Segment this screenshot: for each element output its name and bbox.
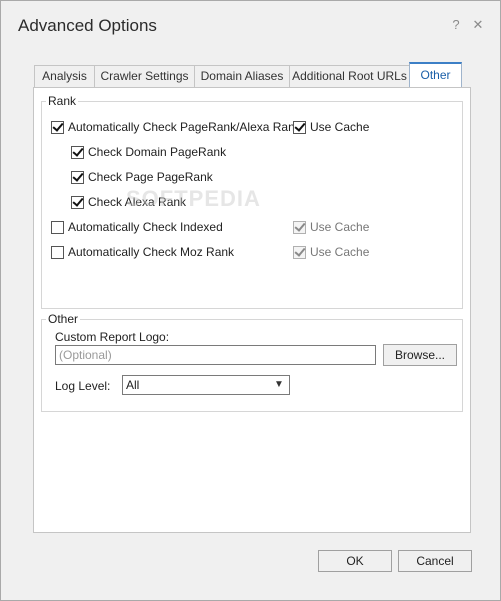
custom-report-logo-label: Custom Report Logo:: [55, 330, 170, 344]
checkbox-label: Check Domain PageRank: [88, 145, 227, 159]
auto-check-moz-rank-checkbox[interactable]: Automatically Check Moz Rank: [51, 244, 234, 260]
checkbox-label: Automatically Check Indexed: [68, 220, 223, 234]
help-icon[interactable]: ?: [449, 17, 463, 33]
rank-group: Rank Automatically Check PageRank/Alexa …: [41, 94, 463, 309]
auto-check-pagerank-alexa-checkbox[interactable]: Automatically Check PageRank/Alexa Rank: [51, 119, 301, 135]
checkbox-box[interactable]: [51, 245, 64, 259]
close-icon[interactable]: ✕: [471, 17, 485, 33]
other-group-label: Other: [46, 312, 81, 326]
log-level-label: Log Level:: [55, 379, 111, 393]
tab-other[interactable]: Other: [409, 62, 462, 88]
check-domain-pagerank-checkbox[interactable]: Check Domain PageRank: [71, 144, 226, 160]
dialog-title: Advanced Options: [18, 16, 157, 35]
check-alexa-rank-checkbox[interactable]: Check Alexa Rank: [71, 194, 186, 210]
checkbox-label: Automatically Check Moz Rank: [68, 245, 235, 259]
custom-report-logo-input[interactable]: [55, 345, 376, 365]
checkbox-box[interactable]: [293, 120, 306, 134]
use-cache-checkbox-3[interactable]: Use Cache: [293, 244, 369, 260]
cancel-button[interactable]: Cancel: [398, 550, 472, 572]
checkbox-label: Use Cache: [310, 220, 370, 234]
use-cache-checkbox-1[interactable]: Use Cache: [293, 119, 369, 135]
auto-check-indexed-checkbox[interactable]: Automatically Check Indexed: [51, 219, 223, 235]
check-page-pagerank-checkbox[interactable]: Check Page PageRank: [71, 169, 213, 185]
use-cache-checkbox-2[interactable]: Use Cache: [293, 219, 369, 235]
browse-button[interactable]: Browse...: [383, 344, 457, 366]
checkbox-box[interactable]: [51, 220, 64, 234]
ok-button[interactable]: OK: [318, 550, 392, 572]
checkbox-box[interactable]: [71, 145, 84, 159]
rank-group-label: Rank: [46, 94, 79, 108]
advanced-options-dialog: Advanced Options ? ✕ Analysis Crawler Se…: [0, 0, 501, 601]
tab-panel-other: Rank Automatically Check PageRank/Alexa …: [33, 87, 471, 533]
log-level-select[interactable]: All ▼: [122, 375, 290, 395]
chevron-down-icon: ▼: [274, 379, 284, 390]
checkbox-label: Use Cache: [310, 120, 370, 134]
log-level-value: All: [126, 378, 140, 392]
tab-additional-root-urls[interactable]: Additional Root URLs: [289, 65, 410, 87]
checkbox-box[interactable]: [293, 245, 306, 259]
checkbox-label: Automatically Check PageRank/Alexa Rank: [68, 120, 301, 134]
checkbox-label: Check Alexa Rank: [88, 195, 187, 209]
tab-crawler-settings[interactable]: Crawler Settings: [94, 65, 195, 87]
checkbox-box[interactable]: [71, 195, 84, 209]
checkbox-label: Use Cache: [310, 245, 370, 259]
tab-analysis[interactable]: Analysis: [34, 65, 95, 87]
checkbox-box[interactable]: [51, 120, 64, 134]
checkbox-box[interactable]: [71, 170, 84, 184]
other-group: Other Custom Report Logo: Browse... Log …: [41, 312, 463, 412]
checkbox-box[interactable]: [293, 220, 306, 234]
checkbox-label: Check Page PageRank: [88, 170, 213, 184]
tab-domain-aliases[interactable]: Domain Aliases: [194, 65, 290, 87]
